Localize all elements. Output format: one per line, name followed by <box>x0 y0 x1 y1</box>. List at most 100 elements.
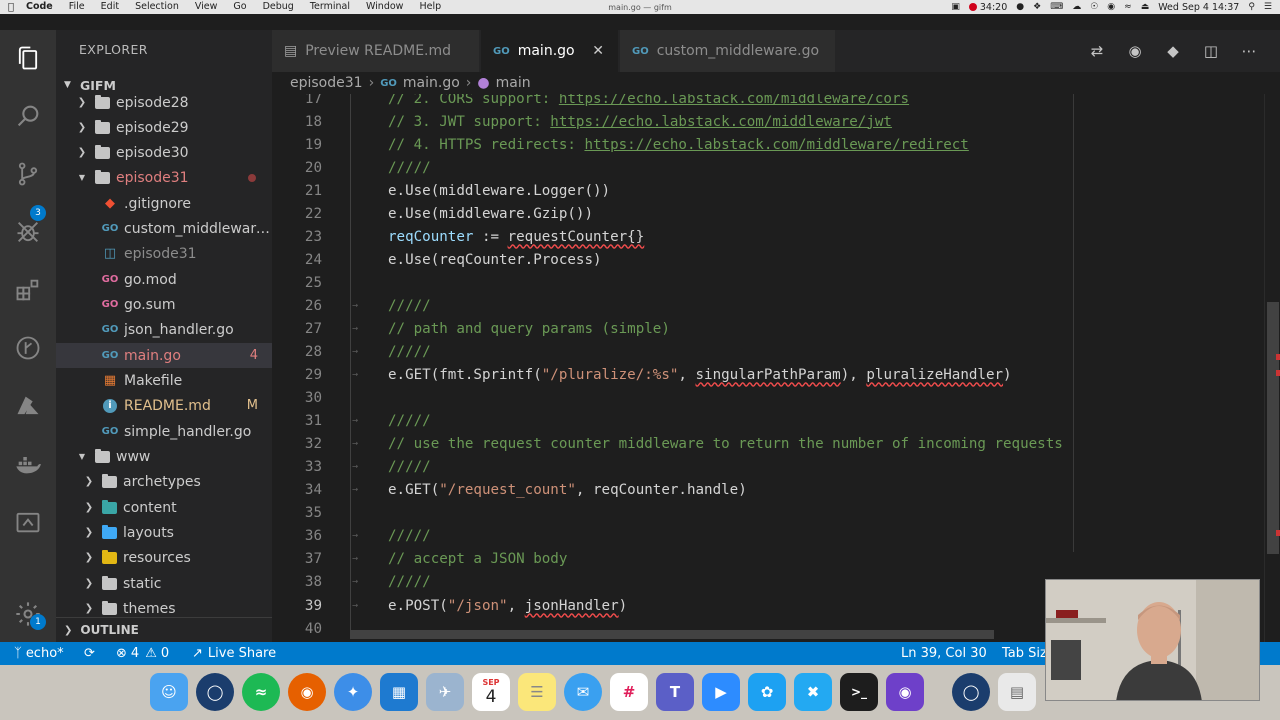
slack-icon[interactable]: # <box>610 673 648 711</box>
live-share-button[interactable]: ↗ Live Share <box>192 642 276 665</box>
more-actions-icon[interactable]: ⋯ <box>1240 42 1258 60</box>
code-line[interactable]: 25 <box>272 271 1264 294</box>
code-line[interactable]: 34 → e.GET("/request_count", reqCounter.… <box>272 478 1264 501</box>
keyboard-icon[interactable]: ⌨ <box>1050 2 1063 12</box>
code-link[interactable]: https://echo.labstack.com/middleware/jwt <box>550 114 892 130</box>
twitter-icon[interactable]: ✿ <box>748 673 786 711</box>
branch-status[interactable]: ᛉ echo* <box>14 642 64 665</box>
settings-gear-icon[interactable] <box>0 594 56 634</box>
menubar-extra-icon[interactable]: ● <box>1016 2 1024 12</box>
compare-changes-icon[interactable]: ⇄ <box>1088 42 1106 60</box>
fold-arrow-icon[interactable]: → <box>352 369 358 380</box>
terminal-icon[interactable]: >_ <box>840 673 878 711</box>
vertical-scrollbar[interactable] <box>1264 94 1280 642</box>
code-line[interactable]: 22 e.Use(middleware.Gzip()) <box>272 202 1264 225</box>
teams-icon[interactable]: T <box>656 673 694 711</box>
tab-preview-readme[interactable]: ▤ Preview README.md <box>272 30 480 72</box>
tree-item-episode29[interactable]: ❯ episode29 <box>56 115 272 140</box>
1password-mini-icon[interactable]: ◯ <box>952 673 990 711</box>
fold-arrow-icon[interactable]: → <box>352 415 358 426</box>
tree-item-main-go[interactable]: GO main.go 4 <box>56 343 272 368</box>
code-line[interactable]: 20 ///// <box>272 156 1264 179</box>
code-line[interactable]: 18 // 3. JWT support: https://echo.labst… <box>272 110 1264 133</box>
fold-arrow-icon[interactable]: → <box>352 461 358 472</box>
tree-item-go-sum[interactable]: GO go.sum <box>56 292 272 317</box>
horizontal-scrollbar[interactable] <box>350 630 994 639</box>
debug-icon[interactable] <box>0 212 56 252</box>
menu-debug[interactable]: Debug <box>255 0 302 14</box>
code-link[interactable]: https://echo.labstack.com/middleware/cor… <box>559 94 909 107</box>
code-line[interactable]: 23 reqCounter := requestCounter{} <box>272 225 1264 248</box>
explorer-icon[interactable] <box>0 38 56 78</box>
trello-icon[interactable]: ▦ <box>380 673 418 711</box>
menu-edit[interactable]: Edit <box>93 0 127 14</box>
problems-status[interactable]: ⊗ 4 ⚠ 0 <box>116 642 169 665</box>
clock[interactable]: Wed Sep 4 14:37 <box>1158 2 1239 13</box>
code-line[interactable]: 32 → // use the request counter middlewa… <box>272 432 1264 455</box>
1password-icon[interactable]: ◯ <box>196 673 234 711</box>
code-line[interactable]: 33 → ///// <box>272 455 1264 478</box>
breadcrumb-folder[interactable]: episode31 <box>290 75 363 91</box>
sync-button[interactable]: ⟳ <box>84 642 95 665</box>
close-icon[interactable]: ✕ <box>592 43 604 59</box>
fold-arrow-icon[interactable]: → <box>352 323 358 334</box>
docker-icon[interactable] <box>0 444 56 484</box>
fold-arrow-icon[interactable]: → <box>352 576 358 587</box>
cursor-position[interactable]: Ln 39, Col 30 <box>901 642 987 665</box>
tree-item-custom-middleware[interactable]: GO custom_middleware.... <box>56 216 272 241</box>
code-line[interactable]: 28 → ///// <box>272 340 1264 363</box>
gitlens-icon[interactable] <box>0 328 56 368</box>
firefox-icon[interactable]: ◉ <box>288 673 326 711</box>
fold-arrow-icon[interactable]: → <box>352 530 358 541</box>
tree-item-episode28[interactable]: ❯ episode28 <box>56 90 272 115</box>
code-link[interactable]: https://echo.labstack.com/middleware/red… <box>584 137 968 153</box>
tab-main-go[interactable]: GO main.go ✕ <box>481 30 619 72</box>
menu-help[interactable]: Help <box>411 0 449 14</box>
tree-item-episode31-folder[interactable]: ▼ episode31 <box>56 165 272 190</box>
menu-app-name[interactable]: Code <box>22 0 61 14</box>
fold-arrow-icon[interactable]: → <box>352 600 358 611</box>
code-error[interactable]: jsonHandler <box>525 598 619 614</box>
tree-item-static[interactable]: ❯ static <box>56 571 272 596</box>
code-line[interactable]: 31 → ///// <box>272 409 1264 432</box>
notification-center-icon[interactable]: ☰ <box>1264 2 1272 12</box>
fold-arrow-icon[interactable]: → <box>352 300 358 311</box>
shield-icon[interactable]: ◉ <box>1107 2 1115 12</box>
screen-recording-status[interactable]: 34:20 <box>968 2 1007 13</box>
fold-arrow-icon[interactable]: → <box>352 346 358 357</box>
menu-window[interactable]: Window <box>358 0 411 14</box>
fold-arrow-icon[interactable]: → <box>352 438 358 449</box>
tree-item-go-mod[interactable]: GO go.mod <box>56 267 272 292</box>
code-error[interactable]: pluralizeHandler <box>866 367 1003 383</box>
split-editor-icon[interactable]: ◫ <box>1202 42 1220 60</box>
messages-icon[interactable]: ✉ <box>564 673 602 711</box>
tree-item-json-handler[interactable]: GO json_handler.go <box>56 317 272 342</box>
tree-item-simple-handler[interactable]: GO simple_handler.go <box>56 419 272 444</box>
menu-file[interactable]: File <box>61 0 93 14</box>
code-line[interactable]: 35 <box>272 501 1264 524</box>
preview-app-icon[interactable]: ✈ <box>426 673 464 711</box>
dropbox-icon[interactable]: ❖ <box>1033 2 1041 12</box>
code-line[interactable]: 29 → e.GET(fmt.Sprintf("/pluralize/:%s",… <box>272 363 1264 386</box>
vscode-icon[interactable]: ✖ <box>794 673 832 711</box>
code-line[interactable]: 26 → ///// <box>272 294 1264 317</box>
calendar-icon[interactable]: SEP 4 <box>472 673 510 711</box>
code-line[interactable]: 36 → ///// <box>272 524 1264 547</box>
tree-item-episode31-binary[interactable]: ◫ episode31 <box>56 241 272 266</box>
menu-selection[interactable]: Selection <box>127 0 187 14</box>
notes-icon[interactable]: ☰ <box>518 673 556 711</box>
code-line[interactable]: 30 <box>272 386 1264 409</box>
eject-icon[interactable]: ⏏ <box>1141 2 1150 12</box>
spotlight-search-icon[interactable]: ⚲ <box>1248 2 1255 12</box>
source-control-icon[interactable] <box>0 154 56 194</box>
apple-menu-icon[interactable]:  <box>0 2 22 13</box>
code-error[interactable]: singularPathParam <box>696 367 841 383</box>
code-line[interactable]: 19 // 4. HTTPS redirects: https://echo.l… <box>272 133 1264 156</box>
spotify-icon[interactable]: ≈ <box>242 673 280 711</box>
tree-item-episode30[interactable]: ❯ episode30 <box>56 140 272 165</box>
live-share-icon[interactable] <box>0 502 56 542</box>
menu-view[interactable]: View <box>187 0 226 14</box>
tab-custom-middleware[interactable]: GO custom_middleware.go <box>620 30 836 72</box>
extensions-icon[interactable] <box>0 270 56 310</box>
scrollbar-thumb[interactable] <box>1267 302 1279 554</box>
